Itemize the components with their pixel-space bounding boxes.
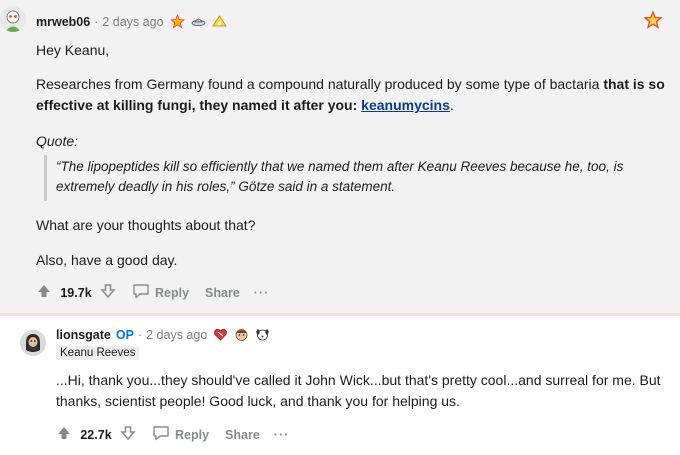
comment-bubble-icon [132,283,150,302]
dog-award-icon[interactable] [255,327,270,342]
reply-meta: lionsgate OP · 2 days ago [56,327,270,342]
reply-button[interactable]: Reply [152,425,209,444]
op-badge: OP [115,327,134,342]
downvote-icon[interactable] [120,425,136,444]
paragraph-end: . [449,97,454,113]
reply-button[interactable]: Reply [132,283,189,302]
share-label: Share [225,427,260,442]
silver-award-icon[interactable] [211,14,227,29]
comment-greeting: Hey Keanu, [36,42,110,58]
upvote-icon[interactable] [56,425,72,444]
ufo-award-icon[interactable] [191,14,206,29]
reply-label: Reply [175,427,210,442]
paragraph-text: Researches from Germany found a compound… [36,76,604,92]
blockquote-text: “The lipopeptides kill so efficiently th… [56,159,624,194]
vote-count: 22.7k [80,427,112,442]
comment-divider [0,313,680,316]
user-avatar[interactable] [0,6,26,32]
timestamp[interactable]: 2 days ago [102,15,163,29]
quote-label: Quote: [36,133,79,149]
gold-award-icon[interactable] [643,10,663,29]
timestamp[interactable]: 2 days ago [146,328,207,342]
username[interactable]: mrweb06 [36,15,90,29]
reply-actions: 22.7k Reply Share ··· [56,425,289,444]
more-options-icon[interactable]: ··· [274,428,290,442]
user-flair: Keanu Reeves [56,346,140,360]
comment-meta: mrweb06 · 2 days ago [36,13,227,29]
comment-paragraph: Researches from Germany found a compound… [36,74,666,116]
downvote-icon[interactable] [100,283,116,302]
share-button[interactable]: Share [225,428,260,442]
upvote-icon[interactable] [36,283,52,302]
share-label: Share [205,285,240,300]
share-button[interactable]: Share [205,286,240,300]
face-award-icon[interactable] [234,327,249,342]
comment-question: What are your thoughts about that? [36,217,256,233]
op-avatar[interactable] [20,330,46,356]
separator-dot: · [94,14,99,29]
comment-closing: Also, have a good day. [36,252,178,268]
reply-text: ...Hi, thank you...they should've called… [56,372,661,409]
star-award-icon[interactable] [169,13,185,29]
comment-bubble-icon [152,425,170,444]
op-username[interactable]: lionsgate [56,328,111,342]
vote-count: 19.7k [60,285,92,300]
reply-label: Reply [155,285,190,300]
heart-award-icon[interactable] [213,327,228,342]
comment-actions: 19.7k Reply Share ··· [36,283,269,302]
more-options-icon[interactable]: ··· [254,286,270,300]
separator-dot: · [137,327,143,342]
keanumycins-link[interactable]: keanumycins [361,97,450,113]
